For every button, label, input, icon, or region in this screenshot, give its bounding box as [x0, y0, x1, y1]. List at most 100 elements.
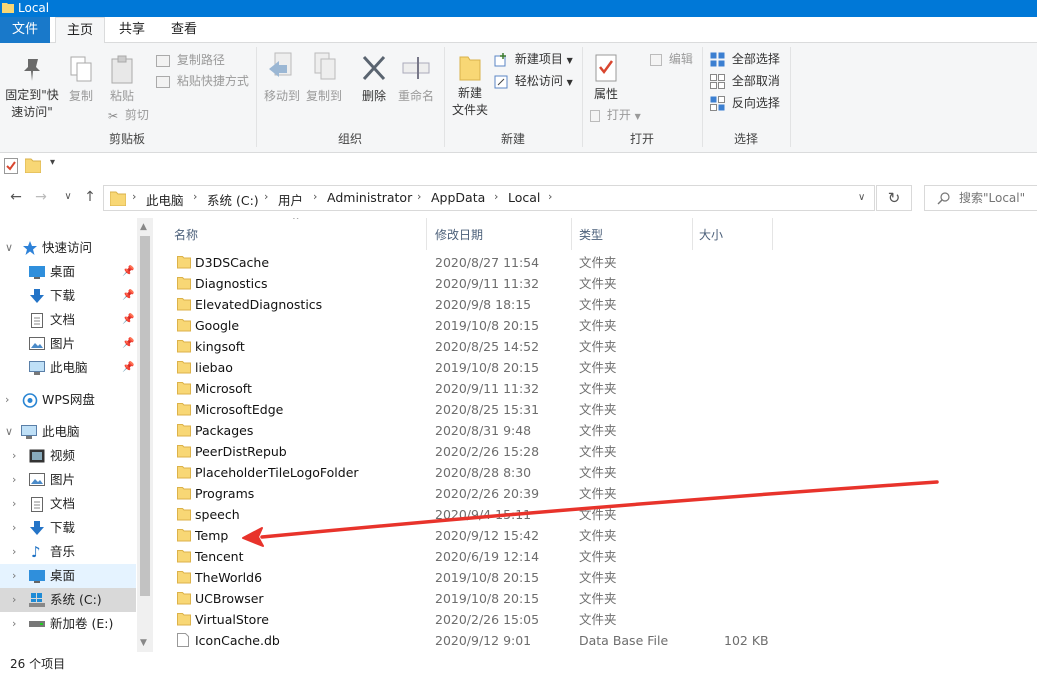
copy-to-button[interactable]: 复制到	[304, 51, 344, 104]
file-row[interactable]: liebao 2019/10/8 20:15 文件夹	[170, 357, 1030, 378]
breadcrumb-this-pc[interactable]: 此电脑	[146, 190, 184, 209]
expanded-chevron-icon[interactable]: ∨	[5, 420, 13, 444]
nav-pc-music[interactable]: › ♪ 音乐	[0, 540, 136, 564]
nav-quick-access[interactable]: ∨ 快速访问	[0, 236, 136, 260]
address-history-dropdown-icon[interactable]: ∨	[858, 192, 865, 203]
file-row[interactable]: MicrosoftEdge 2020/8/25 15:31 文件夹	[170, 399, 1030, 420]
breadcrumb-chevron-icon[interactable]: ›	[193, 190, 197, 203]
file-row[interactable]: Tencent 2020/6/19 12:14 文件夹	[170, 546, 1030, 567]
pin-icon[interactable]: 📌	[122, 284, 134, 308]
new-item-button[interactable]: 新建项目 ▼	[494, 49, 573, 69]
properties-check-icon[interactable]	[4, 158, 18, 174]
paste-button[interactable]: 粘贴	[104, 55, 140, 104]
nav-scrollbar[interactable]: ▲ ▼	[137, 218, 153, 652]
nav-scrollbar-thumb[interactable]	[140, 236, 150, 596]
breadcrumb-chevron-icon[interactable]: ›	[313, 190, 317, 203]
pin-icon[interactable]: 📌	[122, 332, 134, 356]
file-row[interactable]: UCBrowser 2019/10/8 20:15 文件夹	[170, 588, 1030, 609]
column-header-name[interactable]: 名称	[174, 226, 198, 243]
properties-button[interactable]: 属性	[588, 53, 624, 102]
column-header-date[interactable]: 修改日期	[435, 226, 483, 243]
file-row[interactable]: D3DSCache 2020/8/27 11:54 文件夹	[170, 252, 1030, 273]
file-row[interactable]: PeerDistRepub 2020/2/26 15:28 文件夹	[170, 441, 1030, 462]
move-to-button[interactable]: 移动到	[262, 51, 302, 104]
nav-wps-drive[interactable]: › WPS网盘	[0, 388, 136, 412]
copy-button[interactable]: 复制	[64, 55, 98, 104]
file-row[interactable]: kingsoft 2020/8/25 14:52 文件夹	[170, 336, 1030, 357]
tab-home[interactable]: 主页	[55, 17, 105, 44]
column-header-type[interactable]: 类型	[579, 226, 603, 243]
address-bar[interactable]: › 此电脑 › 系统 (C:) › 用户 › Administrator › A…	[103, 185, 875, 211]
breadcrumb-chevron-icon[interactable]: ›	[548, 190, 552, 203]
column-divider[interactable]	[426, 218, 427, 250]
select-all-button[interactable]: 全部选择	[710, 49, 780, 69]
collapsed-chevron-icon[interactable]: ›	[12, 588, 16, 612]
nav-quick-documents[interactable]: 文档 📌	[0, 308, 136, 332]
nav-this-pc[interactable]: ∨ 此电脑	[0, 420, 136, 444]
cut-button[interactable]: ✂ 剪切	[108, 105, 149, 125]
collapsed-chevron-icon[interactable]: ›	[12, 444, 16, 468]
paste-shortcut-button[interactable]: 粘贴快捷方式	[156, 71, 249, 91]
file-row[interactable]: VirtualStore 2020/2/26 15:05 文件夹	[170, 609, 1030, 630]
edit-button[interactable]: 编辑	[650, 49, 693, 69]
tab-share[interactable]: 共享	[108, 17, 156, 43]
search-box[interactable]	[924, 185, 1037, 211]
breadcrumb-chevron-icon[interactable]: ›	[132, 190, 136, 203]
column-divider[interactable]	[571, 218, 572, 250]
pin-to-quick-access-button[interactable]: 固定到"快 速访问"	[4, 55, 60, 121]
easy-access-button[interactable]: 轻松访问 ▼	[494, 71, 573, 91]
pin-icon[interactable]: 📌	[122, 356, 134, 380]
file-row[interactable]: Google 2019/10/8 20:15 文件夹	[170, 315, 1030, 336]
breadcrumb-local[interactable]: Local	[508, 190, 540, 205]
nav-quick-downloads[interactable]: 下载 📌	[0, 284, 136, 308]
file-row[interactable]: speech 2020/9/4 15:11 文件夹	[170, 504, 1030, 525]
new-folder-button[interactable]: 新建 文件夹	[448, 53, 492, 119]
collapsed-chevron-icon[interactable]: ›	[12, 516, 16, 540]
column-header-size[interactable]: 大小	[699, 226, 723, 243]
nav-pc-system-drive[interactable]: › 系统 (C:)	[0, 588, 136, 612]
customize-toolbar-dropdown-icon[interactable]: ▾	[50, 157, 55, 168]
open-button[interactable]: 打开 ▼	[590, 105, 641, 125]
column-divider[interactable]	[692, 218, 693, 250]
search-input[interactable]	[959, 189, 1037, 207]
up-arrow-icon[interactable]: ↑	[80, 189, 100, 205]
expanded-chevron-icon[interactable]: ∨	[5, 236, 13, 260]
breadcrumb-appdata[interactable]: AppData	[431, 190, 485, 205]
back-arrow-icon[interactable]: ←	[6, 189, 26, 205]
nav-pc-desktop[interactable]: › 桌面	[0, 564, 136, 588]
new-folder-icon[interactable]	[25, 158, 41, 173]
refresh-button[interactable]: ↻	[876, 185, 912, 211]
nav-pc-downloads[interactable]: › 下载	[0, 516, 136, 540]
breadcrumb-system-c[interactable]: 系统 (C:)	[207, 190, 259, 209]
nav-pc-new-volume[interactable]: › 新加卷 (E:)	[0, 612, 136, 636]
pin-icon[interactable]: 📌	[122, 308, 134, 332]
breadcrumb-chevron-icon[interactable]: ›	[494, 190, 498, 203]
file-row[interactable]: PlaceholderTileLogoFolder 2020/8/28 8:30 文…	[170, 462, 1030, 483]
file-row[interactable]: Packages 2020/8/31 9:48 文件夹	[170, 420, 1030, 441]
column-divider[interactable]	[772, 218, 773, 250]
file-row[interactable]: Programs 2020/2/26 20:39 文件夹	[170, 483, 1030, 504]
file-row[interactable]: Diagnostics 2020/9/11 11:32 文件夹	[170, 273, 1030, 294]
invert-selection-button[interactable]: 反向选择	[710, 93, 780, 113]
collapsed-chevron-icon[interactable]: ›	[12, 612, 16, 636]
file-row[interactable]: ElevatedDiagnostics 2020/9/8 18:15 文件夹	[170, 294, 1030, 315]
collapsed-chevron-icon[interactable]: ›	[12, 492, 16, 516]
select-none-button[interactable]: 全部取消	[710, 71, 780, 91]
collapsed-chevron-icon[interactable]: ›	[12, 468, 16, 492]
breadcrumb-administrator[interactable]: Administrator	[327, 190, 412, 205]
copy-path-button[interactable]: 复制路径	[156, 50, 225, 70]
breadcrumb-chevron-icon[interactable]: ›	[417, 190, 421, 203]
breadcrumb-users[interactable]: 用户	[278, 190, 303, 209]
file-row[interactable]: TheWorld6 2019/10/8 20:15 文件夹	[170, 567, 1030, 588]
collapsed-chevron-icon[interactable]: ›	[12, 540, 16, 564]
nav-quick-desktop[interactable]: 桌面 📌	[0, 260, 136, 284]
scroll-down-icon[interactable]: ▼	[140, 638, 147, 648]
nav-pc-videos[interactable]: › 视频	[0, 444, 136, 468]
nav-quick-this-pc[interactable]: 此电脑 📌	[0, 356, 136, 380]
nav-pc-documents[interactable]: › 文档	[0, 492, 136, 516]
rename-button[interactable]: 重命名	[394, 51, 438, 104]
file-row[interactable]: Microsoft 2020/9/11 11:32 文件夹	[170, 378, 1030, 399]
pin-icon[interactable]: 📌	[122, 260, 134, 284]
breadcrumb-chevron-icon[interactable]: ›	[264, 190, 268, 203]
tab-file[interactable]: 文件	[0, 17, 50, 43]
